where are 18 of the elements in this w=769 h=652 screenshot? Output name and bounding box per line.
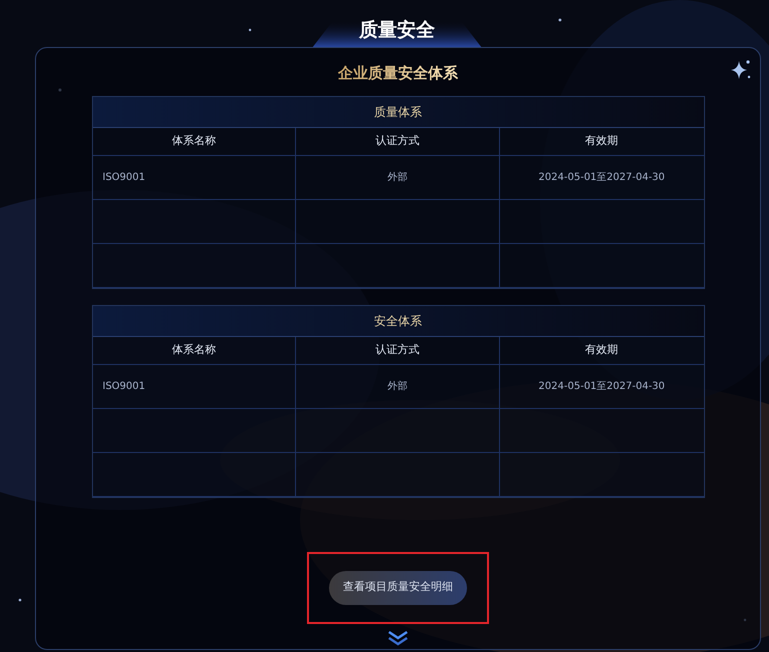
table-cell: 2024-05-01至2027-04-30 — [500, 156, 704, 200]
details-button[interactable]: 查看项目质量安全明细 — [329, 570, 467, 604]
table-cell: ISO9001 — [92, 364, 296, 408]
table-cell: ISO9001 — [92, 156, 296, 200]
column-header: 体系名称 — [92, 128, 296, 156]
column-header: 认证方式 — [296, 336, 500, 364]
sparkle-icon — [730, 58, 752, 80]
table-title: 安全体系 — [374, 312, 422, 330]
column-header: 有效期 — [500, 336, 704, 364]
table-cell: 2024-05-01至2027-04-30 — [500, 364, 704, 408]
column-header: 体系名称 — [92, 336, 296, 364]
column-header: 认证方式 — [296, 128, 500, 156]
page-title: 质量安全 — [359, 18, 435, 42]
table-cell: 外部 — [296, 364, 500, 408]
table-title: 质量体系 — [374, 104, 422, 120]
table-cell: 外部 — [296, 156, 500, 200]
column-header: 有效期 — [500, 128, 704, 156]
double-chevron-down-icon[interactable] — [387, 630, 409, 646]
